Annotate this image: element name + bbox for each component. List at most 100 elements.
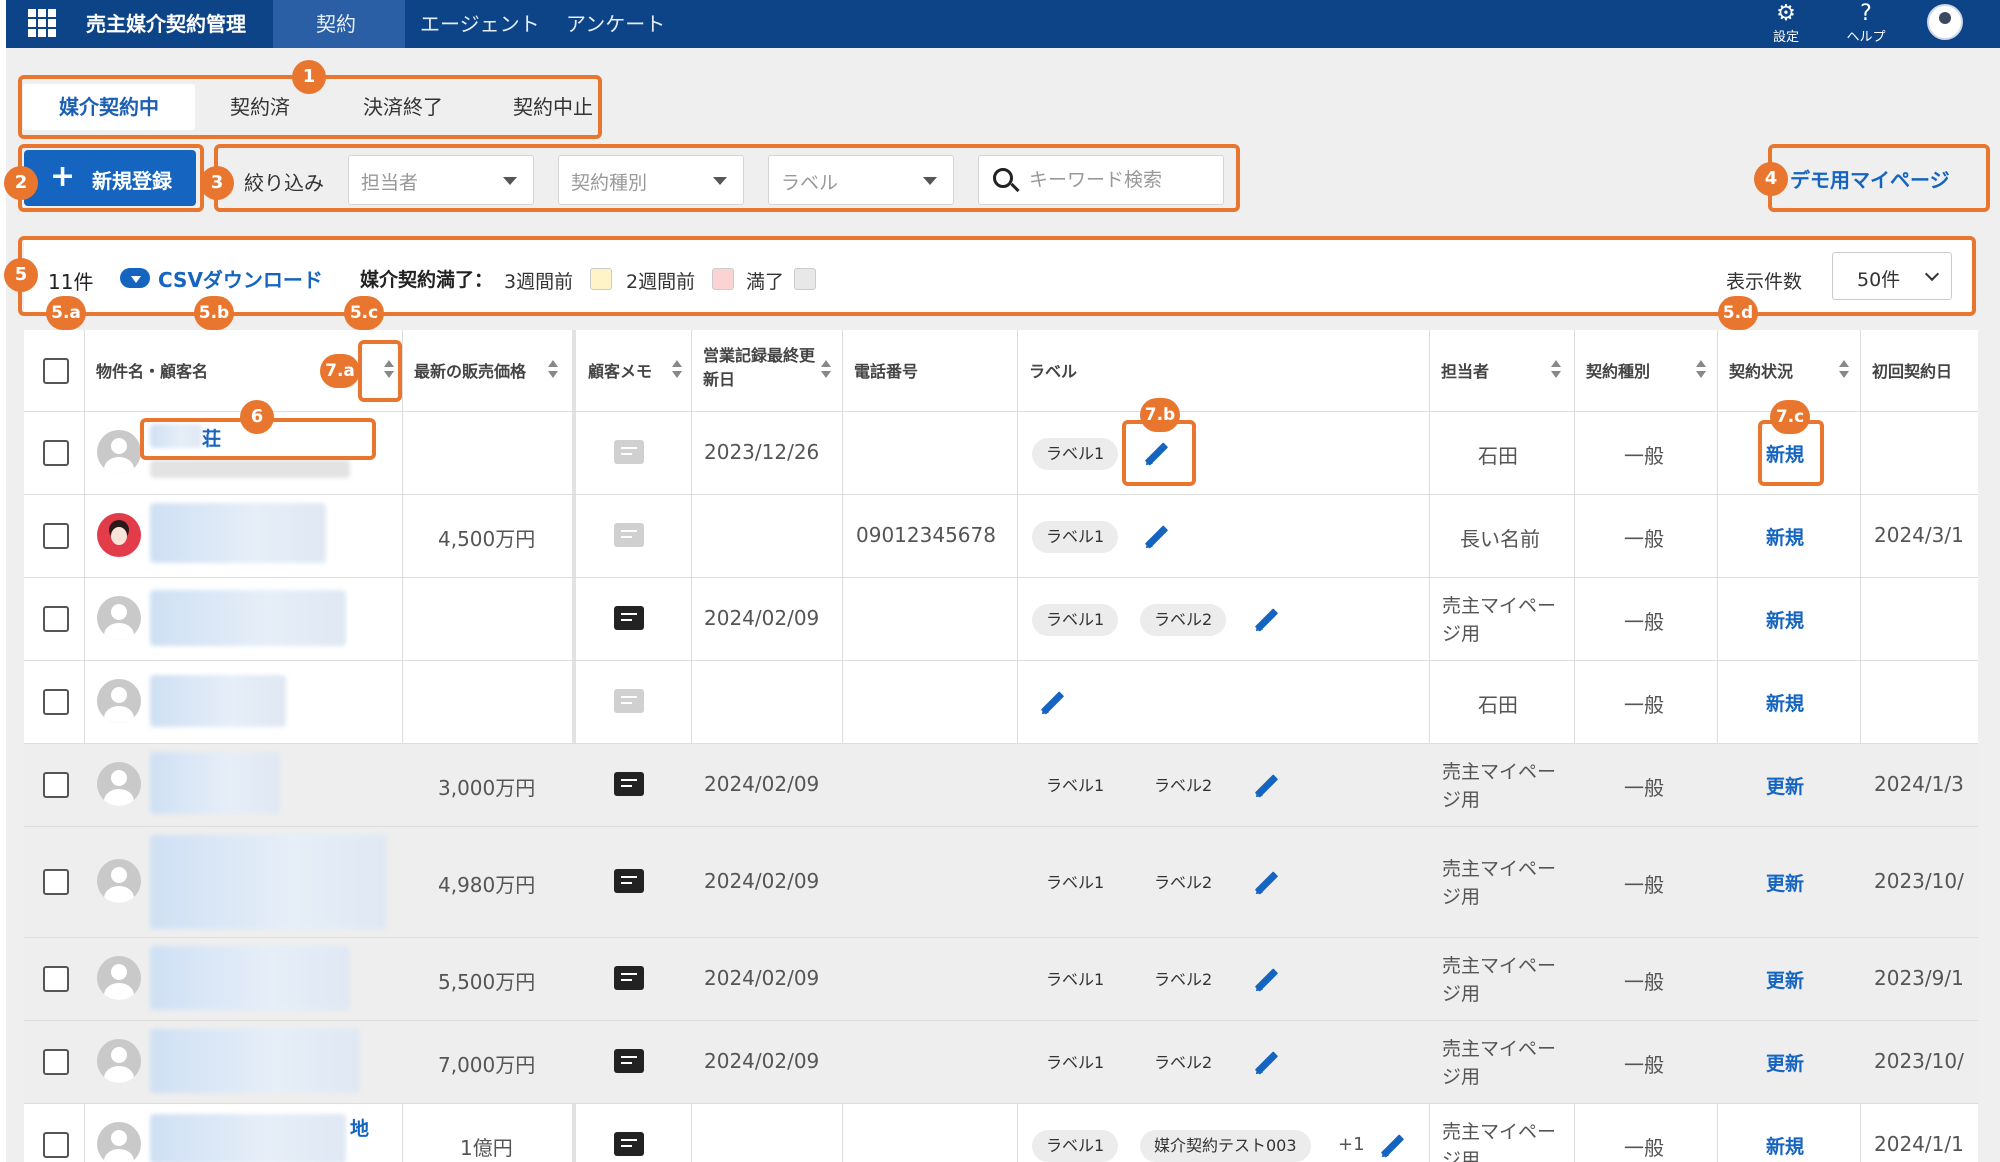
annotation-box-4	[1768, 144, 1990, 212]
annotation-box-2	[18, 144, 204, 212]
table-row[interactable]: 7,000万円 2024/02/09 ラベル1 ラベル2 売主マイページ用 一般…	[24, 1021, 1978, 1104]
table-row[interactable]: 2024/02/09 ラベル1 ラベル2 売主マイページ用 一般 新規	[24, 578, 1978, 661]
memo-icon[interactable]	[614, 772, 644, 796]
nav-item-agents[interactable]: エージェント	[420, 8, 540, 37]
col-staff[interactable]: 担当者	[1429, 330, 1574, 412]
annotation-badge-5: 5	[4, 258, 38, 292]
settings-button[interactable]: ⚙ 設定	[1756, 2, 1816, 46]
row-checkbox[interactable]	[43, 1132, 69, 1158]
avatar	[97, 679, 141, 723]
memo-icon[interactable]	[614, 606, 644, 630]
table-row[interactable]: 3,000万円 2024/02/09 ラベル1 ラベル2 売主マイページ用 一般…	[24, 744, 1978, 827]
edit-label-pencil-icon[interactable]	[1252, 966, 1280, 994]
phone-number: 09012345678	[856, 523, 996, 547]
redacted-name	[150, 590, 346, 646]
redacted-name	[150, 835, 386, 929]
memo-icon[interactable]	[614, 1049, 644, 1073]
sort-icon[interactable]	[1839, 360, 1849, 380]
row-checkbox[interactable]	[43, 523, 69, 549]
col-first-contract-label: 初回契約日	[1872, 362, 1953, 381]
table-row[interactable]: 4,500万円 09012345678 ラベル1 長い名前 一般 新規 2024…	[24, 495, 1978, 578]
user-avatar[interactable]	[1927, 4, 1963, 40]
contract-type: 一般	[1624, 444, 1664, 468]
first-contract-date: 2023/10/	[1874, 1049, 1964, 1073]
col-updated[interactable]: 営業記録最終更新日	[691, 330, 842, 412]
sort-icon[interactable]	[548, 360, 558, 380]
row-checkbox[interactable]	[43, 440, 69, 466]
first-contract-date: 2023/9/1	[1874, 966, 1964, 990]
nav-item-contracts[interactable]: 契約	[316, 8, 356, 37]
row-checkbox[interactable]	[43, 689, 69, 715]
more-labels-count[interactable]: +1	[1338, 1134, 1365, 1155]
first-contract-date: 2023/10/	[1874, 869, 1964, 893]
updated-date: 2023/12/26	[704, 440, 820, 464]
col-memo[interactable]: 顧客メモ	[576, 330, 691, 412]
contract-type: 一般	[1624, 970, 1664, 994]
col-price[interactable]: 最新の販売価格	[402, 330, 572, 412]
memo-icon[interactable]	[614, 966, 644, 990]
help-button[interactable]: ? ヘルプ	[1836, 2, 1896, 46]
edit-label-pencil-icon[interactable]	[1378, 1132, 1406, 1160]
redacted-name	[150, 752, 280, 814]
edit-label-pencil-icon[interactable]	[1252, 1049, 1280, 1077]
row-checkbox[interactable]	[43, 869, 69, 895]
contract-status-link[interactable]: 更新	[1766, 869, 1804, 896]
edit-label-pencil-icon[interactable]	[1252, 606, 1280, 634]
row-checkbox[interactable]	[43, 966, 69, 992]
help-label: ヘルプ	[1846, 30, 1886, 45]
annotation-badge-1: 1	[292, 60, 326, 94]
row-checkbox[interactable]	[43, 772, 69, 798]
col-phone-label: 電話番号	[854, 362, 919, 381]
memo-icon[interactable]	[614, 440, 644, 464]
contract-status-link[interactable]: 新規	[1766, 689, 1804, 716]
sort-icon[interactable]	[1551, 360, 1561, 380]
table-row[interactable]: 地 1億円 ラベル1 媒介契約テスト003 +1 売主マイページ用 一般 新規 …	[24, 1104, 1978, 1162]
contract-status-link[interactable]: 更新	[1766, 966, 1804, 993]
col-name-label: 物件名・顧客名	[96, 362, 209, 381]
staff-name: 石田	[1478, 693, 1518, 717]
label-chip: ラベル2	[1154, 776, 1213, 795]
table-header: 物件名・顧客名 最新の販売価格 顧客メモ 営業記録最終更新日 電話番号 ラベル …	[24, 330, 1978, 412]
col-updated-label: 営業記録最終更新日	[703, 346, 816, 389]
col-type[interactable]: 契約種別	[1574, 330, 1717, 412]
row-checkbox[interactable]	[43, 1049, 69, 1075]
label-chip: ラベル1	[1032, 521, 1119, 553]
col-price-label: 最新の販売価格	[414, 362, 527, 381]
contract-status-link[interactable]: 更新	[1766, 772, 1804, 799]
contract-status-link[interactable]: 更新	[1766, 1049, 1804, 1076]
label-chip: ラベル1	[1046, 970, 1105, 989]
staff-name: 売主マイページ用	[1442, 858, 1557, 908]
row-checkbox[interactable]	[43, 606, 69, 632]
label-chip: ラベル1	[1046, 873, 1105, 892]
edit-label-pencil-icon[interactable]	[1252, 772, 1280, 800]
table-row[interactable]: 4,980万円 2024/02/09 ラベル1 ラベル2 売主マイページ用 一般…	[24, 827, 1978, 938]
annotation-badge-6: 6	[240, 400, 274, 434]
contract-status-link[interactable]: 新規	[1766, 1132, 1804, 1159]
select-all-checkbox[interactable]	[43, 358, 69, 384]
memo-icon[interactable]	[614, 1132, 644, 1156]
memo-icon[interactable]	[614, 689, 644, 713]
table-row[interactable]: 5,500万円 2024/02/09 ラベル1 ラベル2 売主マイページ用 一般…	[24, 938, 1978, 1021]
annotation-badge-7c: 7.c	[1770, 400, 1810, 434]
annotation-badge-5d: 5.d	[1718, 296, 1758, 330]
memo-icon[interactable]	[614, 523, 644, 547]
contract-status-link[interactable]: 新規	[1766, 606, 1804, 633]
staff-name: 長い名前	[1460, 527, 1540, 551]
nav-item-survey[interactable]: アンケート	[566, 8, 665, 37]
avatar	[97, 430, 141, 474]
annotation-badge-5c: 5.c	[344, 296, 384, 330]
property-name-link[interactable]: 地	[350, 1114, 369, 1141]
label-chip: 媒介契約テスト003	[1140, 1130, 1311, 1162]
table-row[interactable]: 石田 一般 新規	[24, 661, 1978, 744]
contract-status-link[interactable]: 新規	[1766, 523, 1804, 550]
sort-icon[interactable]	[672, 360, 682, 380]
first-contract-date: 2024/3/1	[1874, 523, 1964, 547]
memo-icon[interactable]	[614, 869, 644, 893]
apps-grid-icon[interactable]	[28, 9, 56, 37]
edit-label-pencil-icon[interactable]	[1252, 869, 1280, 897]
redacted-name	[150, 1114, 346, 1162]
edit-label-pencil-icon[interactable]	[1142, 523, 1170, 551]
edit-label-pencil-icon[interactable]	[1038, 689, 1066, 717]
sort-icon[interactable]	[1696, 360, 1706, 380]
sort-icon[interactable]	[821, 360, 831, 380]
